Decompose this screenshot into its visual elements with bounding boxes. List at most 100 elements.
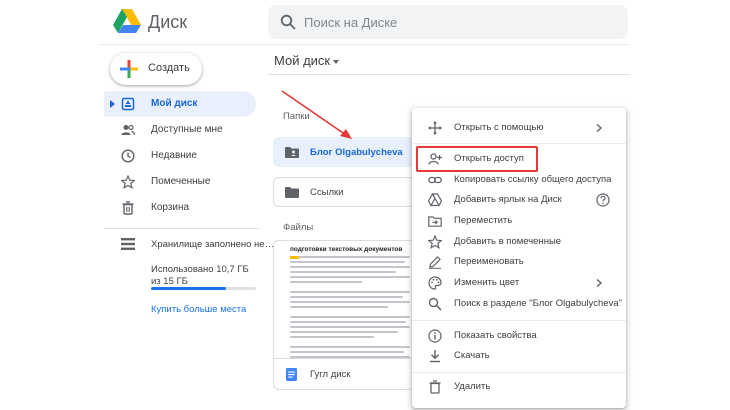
storage-label: Хранилище заполнено не…	[151, 239, 275, 250]
menu-item-change-color[interactable]: Изменить цвет	[412, 273, 626, 293]
trash-icon	[122, 201, 134, 215]
link-icon	[428, 176, 442, 184]
menu-item-copy-link[interactable]: Копировать ссылку общего доступа	[412, 170, 626, 190]
chevron-right-icon	[596, 123, 603, 133]
sidebar-item-label: Помеченные	[151, 176, 211, 187]
preview-line	[290, 291, 410, 293]
menu-item-label: Открыть с помощью	[454, 122, 544, 133]
main-divider	[268, 74, 630, 75]
menu-item-search-in-folder[interactable]: Поиск в разделе "Блог Olgabulycheva"	[412, 294, 626, 314]
folder-name: Ссылки	[310, 187, 344, 198]
sidebar-item-label: Корзина	[151, 202, 190, 213]
menu-item-move[interactable]: Переместить	[412, 211, 626, 231]
shared-people-icon	[121, 124, 135, 136]
menu-item-download[interactable]: Скачать	[412, 346, 626, 366]
preview-heading: подготовки текстовых документов	[290, 246, 403, 253]
menu-item-rename[interactable]: Переименовать	[412, 252, 626, 272]
annotation-arrow-icon	[281, 90, 352, 139]
shared-folder-icon	[285, 147, 299, 158]
preview-line	[290, 351, 404, 353]
sidebar-item-my-drive[interactable]: Мой диск	[104, 91, 256, 117]
menu-item-delete[interactable]: Удалить	[412, 377, 626, 397]
trash-icon	[429, 380, 441, 394]
menu-item-label: Добавить ярлык на Диск	[454, 194, 562, 205]
menu-item-open-with[interactable]: Открыть с помощью	[412, 118, 626, 138]
preview-line	[290, 266, 410, 268]
preview-line	[290, 261, 406, 263]
preview-line	[290, 276, 410, 278]
storage-progress-bar	[151, 287, 256, 290]
menu-item-properties[interactable]: Показать свойства	[412, 326, 626, 346]
preview-line	[290, 346, 410, 348]
storage-icon	[121, 238, 135, 250]
preview-line	[290, 301, 410, 303]
preview-text-lines	[290, 256, 410, 358]
sidebar-divider	[104, 228, 260, 229]
preview-highlight	[290, 256, 299, 259]
storage-progress-fill	[151, 287, 226, 290]
menu-item-add-shortcut[interactable]: Добавить ярлык на Диск	[412, 190, 626, 210]
pencil-icon	[429, 256, 441, 269]
menu-item-label: Удалить	[454, 381, 491, 392]
sidebar-item-label: Недавние	[151, 150, 197, 161]
download-icon	[430, 350, 440, 363]
menu-divider	[412, 143, 626, 144]
file-card[interactable]: подготовки текстовых документов Гугл дис…	[273, 240, 415, 390]
sidebar-item-label: Мой диск	[151, 98, 198, 109]
menu-item-label: Переместить	[454, 215, 513, 226]
buy-storage-link[interactable]: Купить больше места	[151, 304, 246, 315]
menu-item-label: Переименовать	[454, 256, 524, 267]
annotation-highlight-box	[416, 146, 538, 172]
search-icon[interactable]	[280, 14, 296, 30]
app-name: Диск	[148, 12, 188, 32]
folder-icon	[285, 187, 299, 198]
search-input[interactable]	[304, 5, 604, 39]
preview-line	[290, 356, 410, 358]
preview-line	[290, 331, 398, 333]
star-icon	[121, 175, 135, 189]
sidebar-item-shared[interactable]: Доступные мне	[104, 117, 260, 143]
create-button[interactable]: Создать	[110, 53, 202, 85]
preview-line	[290, 281, 362, 283]
menu-divider	[412, 372, 626, 373]
menu-item-add-starred[interactable]: Добавить в помеченные	[412, 232, 626, 252]
menu-item-label: Изменить цвет	[454, 277, 520, 288]
search-bar[interactable]	[268, 5, 628, 39]
chevron-down-icon[interactable]	[333, 60, 339, 64]
preview-line	[290, 256, 410, 258]
folder-name: Блог Olgabulycheva	[310, 147, 403, 158]
drive-logo-icon[interactable]	[113, 9, 141, 33]
sidebar-item-storage[interactable]: Хранилище заполнено не…	[121, 237, 274, 257]
preview-line	[290, 306, 389, 308]
my-drive-icon	[121, 97, 135, 111]
sidebar-item-label: Доступные мне	[151, 124, 223, 135]
preview-line	[290, 271, 396, 273]
preview-line	[290, 316, 410, 318]
drive-window: Диск Создать Мой дис	[0, 0, 730, 410]
file-preview: подготовки текстовых документов	[274, 241, 414, 359]
menu-item-label: Скачать	[454, 350, 490, 361]
info-icon	[428, 329, 442, 343]
preview-line	[290, 311, 410, 313]
menu-item-label: Копировать ссылку общего доступа	[454, 174, 612, 185]
search-icon	[428, 297, 442, 311]
sidebar-nav: Мой диск Доступные мне Недавние Помеченн…	[104, 91, 260, 221]
storage-usage-text: Использовано 10,7 ГБ из 15 ГБ	[151, 264, 249, 287]
preview-line	[290, 286, 410, 288]
add-shortcut-icon	[428, 193, 442, 207]
menu-item-label: Показать свойства	[454, 330, 537, 341]
folder-item-links[interactable]: Ссылки	[273, 177, 415, 207]
page-title[interactable]: Мой диск	[274, 53, 330, 68]
expand-arrow-icon[interactable]	[110, 100, 115, 108]
plus-icon	[120, 60, 138, 78]
header-divider	[100, 44, 630, 45]
help-icon[interactable]	[596, 193, 610, 207]
files-heading: Файлы	[283, 222, 314, 233]
sidebar-item-trash[interactable]: Корзина	[104, 195, 260, 221]
preview-line	[290, 326, 410, 328]
preview-line	[290, 296, 403, 298]
star-icon	[428, 235, 442, 249]
sidebar-item-recent[interactable]: Недавние	[104, 143, 260, 169]
preview-line	[290, 321, 407, 323]
sidebar-item-starred[interactable]: Помеченные	[104, 169, 260, 195]
